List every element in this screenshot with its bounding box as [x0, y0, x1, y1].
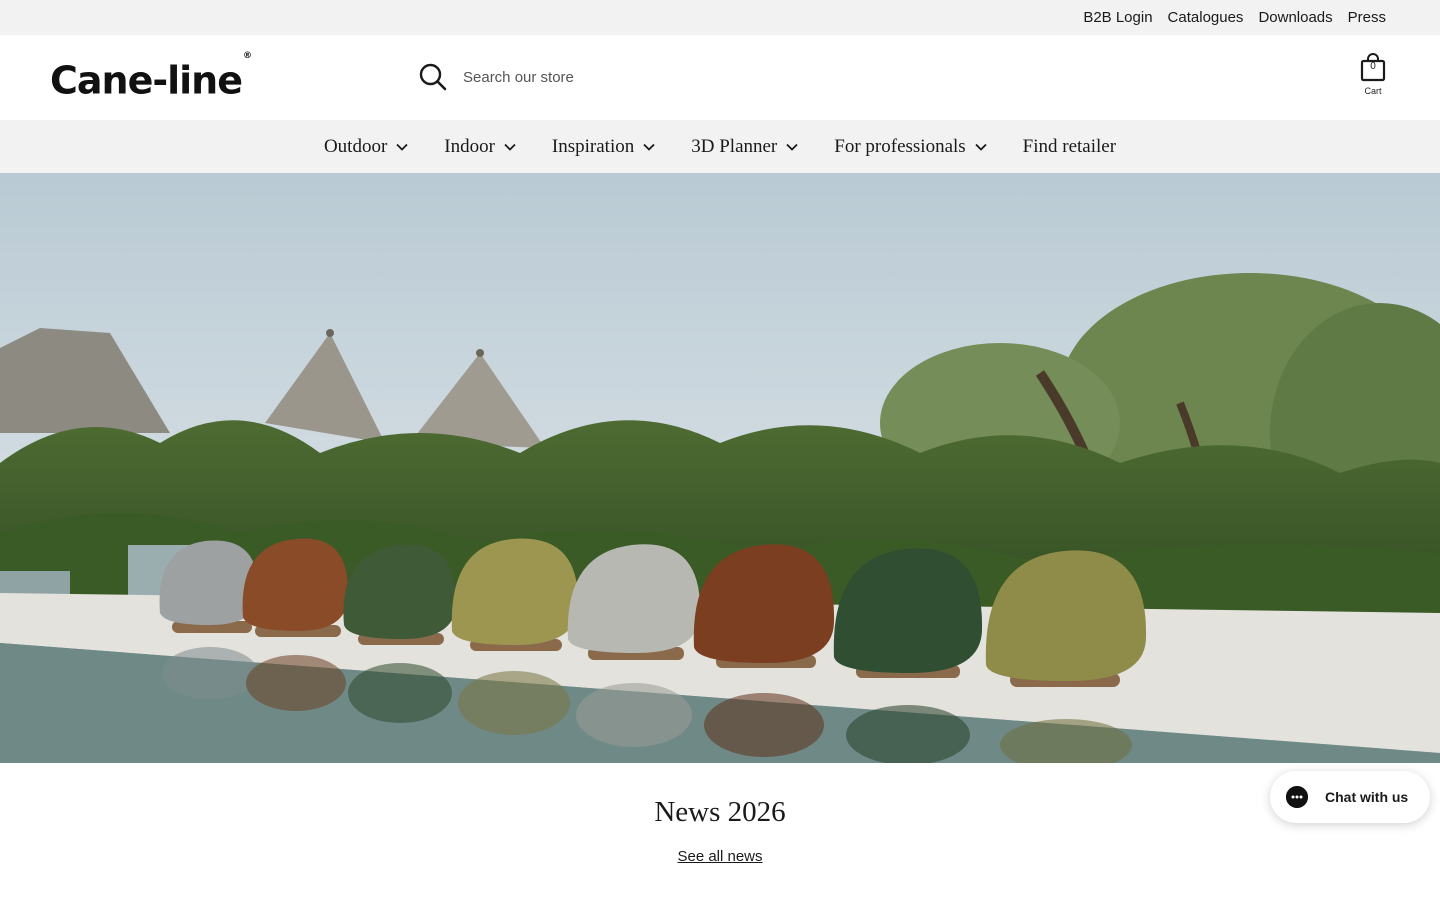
- search-icon[interactable]: [418, 62, 448, 92]
- hero-illustration: [0, 173, 1440, 763]
- nav-item-indoor[interactable]: Indoor: [426, 136, 534, 158]
- see-all-news-link[interactable]: See all news: [677, 848, 762, 865]
- site-header: Cane-line® 0 Cart: [0, 35, 1440, 120]
- nav-item-label: Indoor: [444, 135, 495, 157]
- nav-item-label: 3D Planner: [691, 135, 778, 157]
- nav-item-label: Find retailer: [1022, 135, 1117, 157]
- search-input[interactable]: [463, 68, 1063, 86]
- nav-item-inspiration[interactable]: Inspiration: [534, 136, 673, 158]
- chevron-down-icon: [396, 143, 408, 151]
- nav-item-for-professionals[interactable]: For professionals: [816, 136, 1004, 158]
- chevron-down-icon: [786, 143, 798, 151]
- chevron-down-icon: [975, 143, 987, 151]
- nav-item-label: Inspiration: [551, 135, 635, 157]
- logo-registered-mark: ®: [243, 51, 252, 61]
- chat-button[interactable]: Chat with us: [1270, 771, 1430, 823]
- logo-text: Cane-line: [50, 58, 243, 103]
- news-section: News 2026 See all news: [0, 763, 1440, 900]
- hero-image[interactable]: [0, 173, 1440, 763]
- chat-icon: [1286, 786, 1308, 808]
- nav-item-label: For professionals: [834, 135, 966, 157]
- nav-item-find-retailer[interactable]: Find retailer: [1005, 136, 1134, 158]
- utility-link-press[interactable]: Press: [1348, 9, 1386, 26]
- utility-link-catalogues[interactable]: Catalogues: [1168, 9, 1244, 26]
- cart-button[interactable]: 0 Cart: [1356, 52, 1390, 96]
- nav-item-outdoor[interactable]: Outdoor: [306, 136, 426, 158]
- logo[interactable]: Cane-line®: [50, 51, 252, 103]
- search-bar: [418, 60, 1298, 94]
- utility-link-b2b-login[interactable]: B2B Login: [1083, 9, 1152, 26]
- cart-label: Cart: [1364, 86, 1382, 96]
- chevron-down-icon: [643, 143, 655, 151]
- utility-bar: B2B Login Catalogues Downloads Press: [0, 0, 1440, 35]
- main-navigation: Outdoor Indoor Inspiration 3D Planner Fo…: [0, 120, 1440, 173]
- nav-item-label: Outdoor: [323, 135, 388, 157]
- chat-label: Chat with us: [1325, 789, 1409, 805]
- cart-count: 0: [1370, 61, 1376, 72]
- nav-item-3d-planner[interactable]: 3D Planner: [673, 136, 816, 158]
- utility-link-downloads[interactable]: Downloads: [1258, 9, 1332, 26]
- chevron-down-icon: [504, 143, 516, 151]
- news-title: News 2026: [654, 796, 786, 828]
- shopping-bag-icon: 0: [1360, 52, 1386, 82]
